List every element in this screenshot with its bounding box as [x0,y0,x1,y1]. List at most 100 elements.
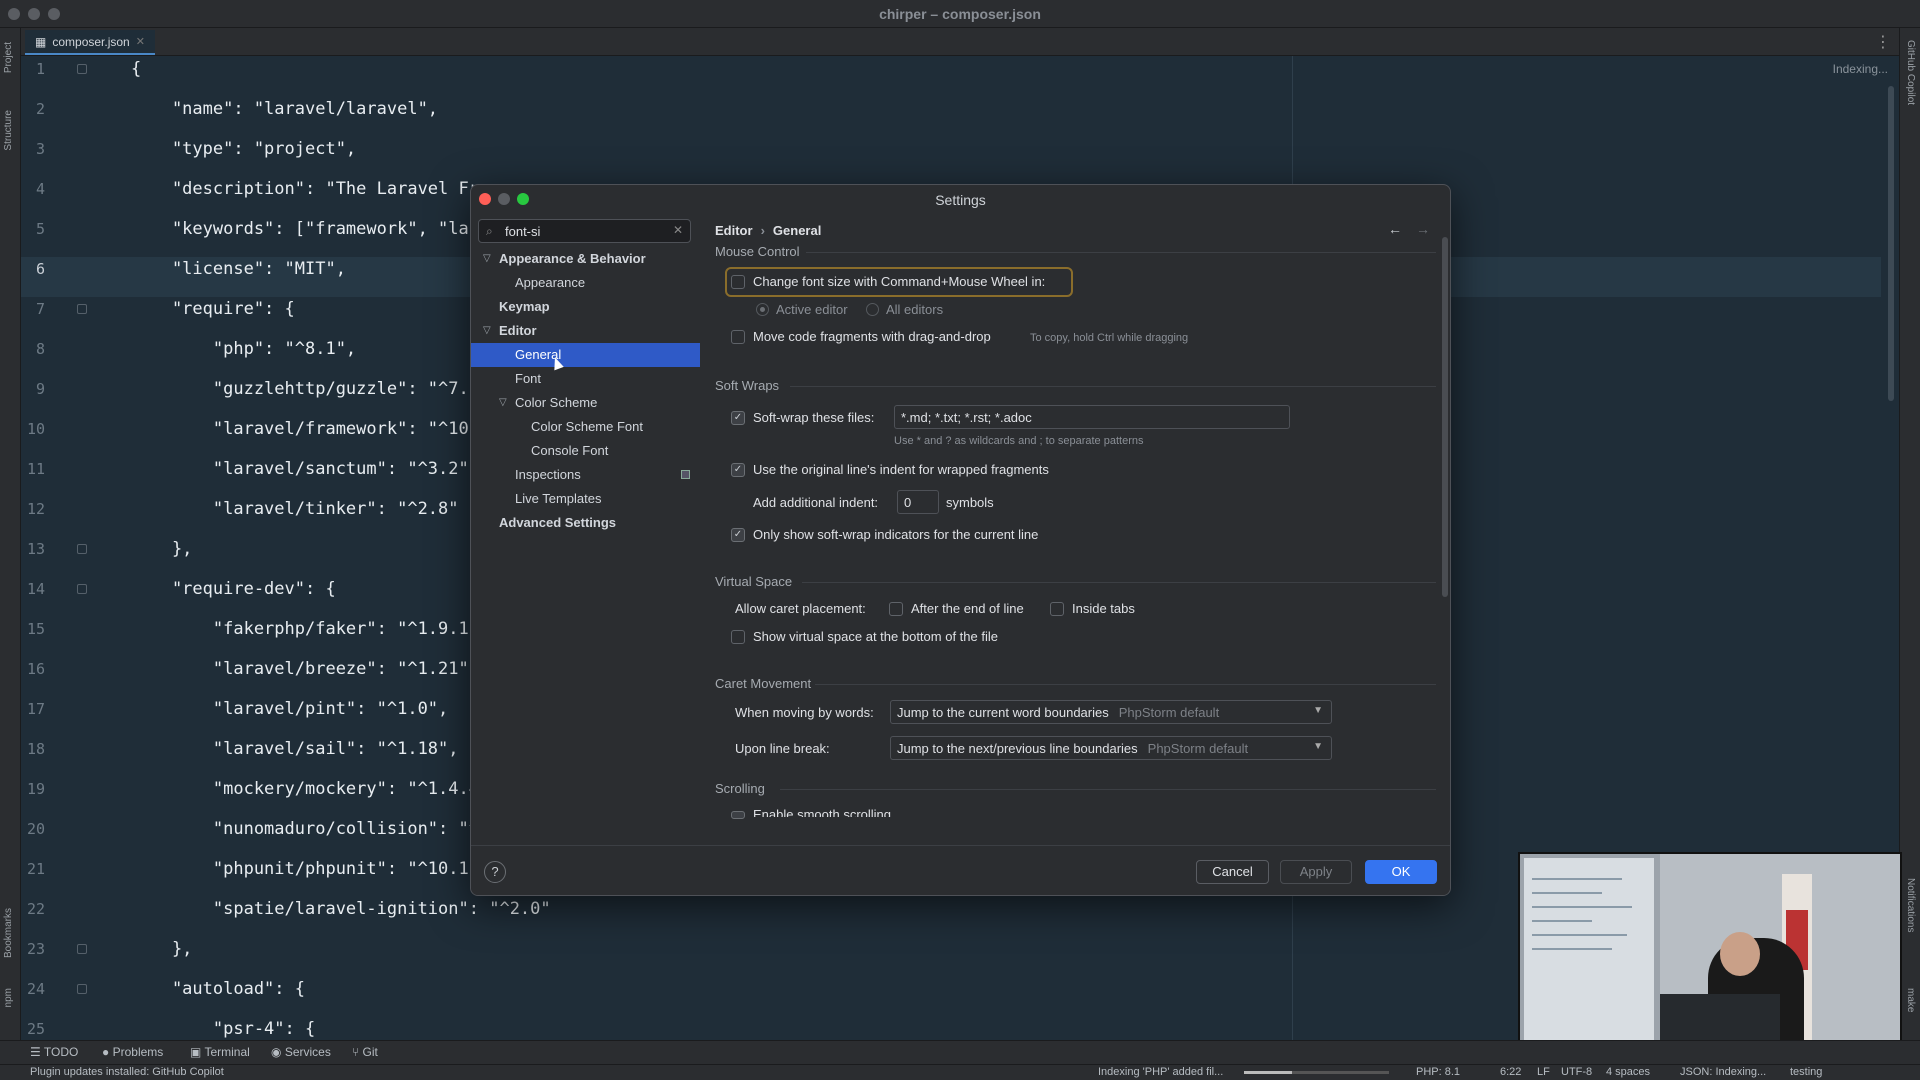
forward-arrow-icon: → [1416,221,1430,237]
tool-problems[interactable]: ● Problems [102,1045,163,1059]
original-indent-checkbox[interactable]: ✓ [731,463,745,477]
code-line: "laravel/tinker": "^2.8" [131,499,459,519]
code-line: "require-dev": { [131,579,336,599]
section-caret-movement: Caret Movement [715,676,812,691]
tool-git[interactable]: ⑂ Git [352,1045,378,1059]
moving-words-select[interactable]: Jump to the current word boundaries PhpSt… [890,700,1332,724]
indexing-progress [1244,1071,1389,1074]
show-bottom-checkbox[interactable] [731,630,745,644]
indexing-label: Indexing... [1832,62,1888,76]
line-number: 10 [26,420,45,438]
status-message[interactable]: Plugin updates installed: GitHub Copilot [30,1066,224,1078]
status-indent[interactable]: 4 spaces [1606,1066,1650,1078]
tool-make[interactable]: make [1905,988,1916,1012]
status-line-sep[interactable]: LF [1537,1066,1550,1078]
status-json[interactable]: JSON: Indexing... [1680,1066,1766,1078]
original-indent-label: Use the original line's indent for wrapp… [753,462,1049,477]
tree-item-font[interactable]: Font [471,367,700,391]
breadcrumb-parent[interactable]: Editor [715,223,753,238]
tree-item-appearance-behavior[interactable]: ▽ Appearance & Behavior [471,247,700,271]
fold-marker-icon[interactable] [77,544,87,554]
code-line: "license": "MIT", [131,259,346,279]
status-php[interactable]: PHP: 8.1 [1416,1066,1460,1078]
editor-scrollbar[interactable] [1888,86,1894,401]
apply-button[interactable]: Apply [1280,860,1352,884]
tree-item-live-templates[interactable]: Live Templates [471,487,700,511]
fold-marker-icon[interactable] [77,64,87,74]
more-options-icon[interactable]: ⋮ [1875,32,1891,52]
section-virtual-space: Virtual Space [715,574,793,589]
tool-npm[interactable]: npm [3,988,14,1007]
tree-item-editor[interactable]: ▽ Editor [471,319,700,343]
status-encoding[interactable]: UTF-8 [1561,1066,1592,1078]
inside-tabs-label: Inside tabs [1072,601,1135,616]
json-file-icon: ▦ [35,34,47,49]
status-bar: Plugin updates installed: GitHub Copilot… [0,1064,1920,1080]
tree-item-color-scheme[interactable]: ▽ Color Scheme [471,391,700,415]
ok-button[interactable]: OK [1365,860,1437,884]
line-number: 21 [26,860,45,878]
fold-marker-icon[interactable] [77,944,87,954]
tree-item-keymap[interactable]: Keymap [471,295,700,319]
inside-tabs-checkbox[interactable] [1050,602,1064,616]
chevron-down-icon[interactable]: ▽ [483,253,491,264]
status-position[interactable]: 6:22 [1500,1066,1521,1078]
line-break-label: Upon line break: [735,741,830,756]
tool-terminal[interactable]: ▣ Terminal [190,1045,250,1059]
drag-drop-checkbox[interactable] [731,330,745,344]
only-current-checkbox[interactable]: ✓ [731,528,745,542]
tool-project[interactable]: Project [3,42,14,73]
clear-search-icon[interactable]: ✕ [673,223,683,237]
code-line: "spatie/laravel-ignition": "^2.0" [131,899,551,919]
softwrap-files-input[interactable]: *.md; *.txt; *.rst; *.adoc [894,405,1290,429]
tree-item-label: Font [515,371,542,386]
softwrap-files-checkbox[interactable]: ✓ [731,411,745,425]
fold-marker-icon[interactable] [77,584,87,594]
tree-item-advanced-settings[interactable]: Advanced Settings [471,511,700,535]
chevron-down-icon: ▼ [1313,741,1323,752]
line-number: 25 [26,1020,45,1038]
settings-search-input[interactable]: ⌕ font-si ✕ [478,219,691,243]
tool-services[interactable]: ◉ Services [271,1045,331,1059]
tool-notifications[interactable]: Notifications [1905,878,1916,932]
code-line: "keywords": ["framework", "laravel [131,219,520,239]
tree-item-console-font[interactable]: Console Font [471,439,700,463]
help-button[interactable]: ? [484,861,506,883]
fold-marker-icon[interactable] [77,984,87,994]
search-icon: ⌕ [486,224,493,238]
line-number: 15 [26,620,45,638]
status-indexing[interactable]: Indexing 'PHP' added fil... [1098,1066,1223,1078]
additional-indent-input[interactable]: 0 [897,490,939,514]
line-number: 18 [26,740,45,758]
tree-item-color-scheme-font[interactable]: Color Scheme Font [471,415,700,439]
line-number: 12 [26,500,45,518]
chevron-down-icon[interactable]: ▽ [483,325,491,336]
editor-tab-bar: ▦ composer.json ✕ ⋮ [21,28,1899,56]
line-break-select[interactable]: Jump to the next/previous line boundarie… [890,736,1332,760]
tool-structure[interactable]: Structure [3,110,14,151]
active-editor-label: Active editor [776,302,848,317]
after-end-checkbox[interactable] [889,602,903,616]
code-line: "laravel/sanctum": "^3.2", [131,459,479,479]
tool-bookmarks[interactable]: Bookmarks [3,908,14,958]
line-number: 11 [26,460,45,478]
tool-todo[interactable]: ☰ TODO [30,1045,78,1059]
dialog-footer: ? Cancel Apply OK [471,845,1450,895]
cancel-button[interactable]: Cancel [1196,860,1269,884]
change-font-size-checkbox[interactable] [731,275,745,289]
chevron-down-icon[interactable]: ▽ [499,397,507,408]
tab-composer-json[interactable]: ▦ composer.json ✕ [25,30,155,55]
close-tab-icon[interactable]: ✕ [136,35,145,48]
tree-item-general[interactable]: General [471,343,700,367]
tree-item-inspections[interactable]: Inspections [471,463,700,487]
settings-scrollbar[interactable] [1442,237,1448,597]
fold-marker-icon[interactable] [77,304,87,314]
line-number: 3 [35,140,45,158]
back-arrow-icon[interactable]: ← [1388,221,1402,237]
tree-item-appearance[interactable]: Appearance [471,271,700,295]
smooth-scrolling-checkbox[interactable] [731,811,745,819]
code-line: "nunomaduro/collision": "^7.0" [131,819,520,839]
tool-github-copilot[interactable]: GitHub Copilot [1905,40,1916,105]
line-number: 13 [26,540,45,558]
status-branch[interactable]: testing [1790,1066,1822,1078]
